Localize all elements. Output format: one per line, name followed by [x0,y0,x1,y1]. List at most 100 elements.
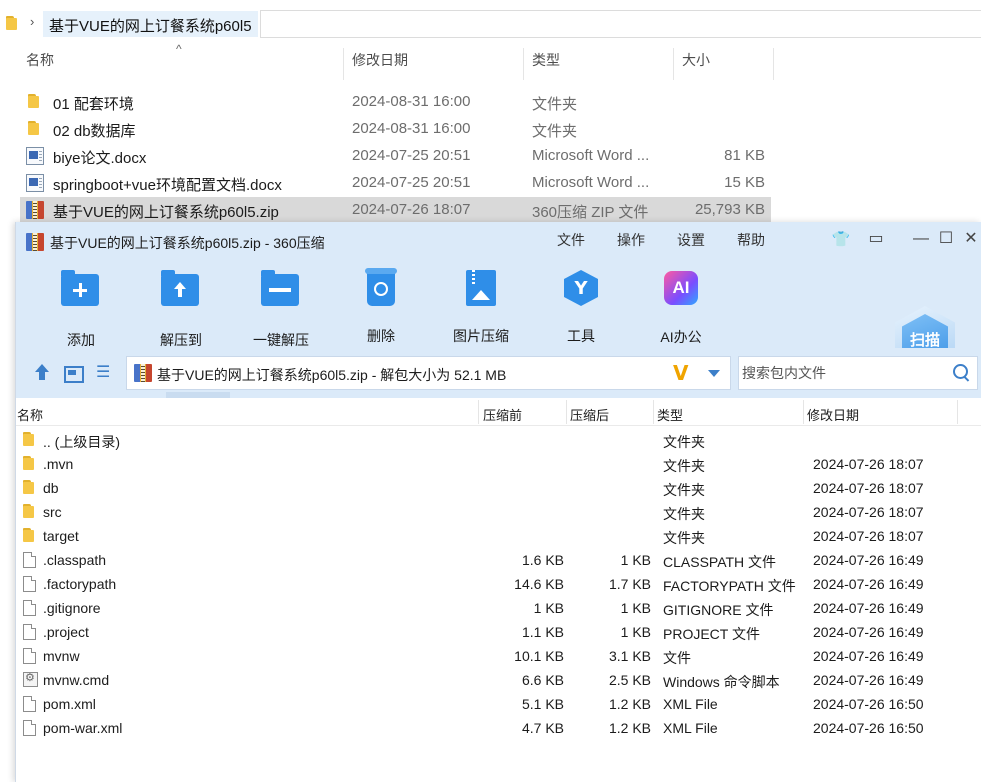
tools-button[interactable]: Y 工具 [541,268,621,344]
menu-operate[interactable]: 操作 [617,230,645,250]
delete-button[interactable]: 删除 [341,268,421,344]
extract-to-button[interactable]: 解压到 [141,268,221,348]
entry-date: 2024-07-26 16:49 [813,552,924,568]
close-button[interactable]: ✕ [960,228,981,250]
search-icon[interactable] [953,364,971,382]
entry-size-after: 1 KB [620,552,651,568]
column-header-type[interactable]: 类型 [657,405,683,424]
file-icon [23,624,36,640]
file-explorer-window: › 基于VUE的网上订餐系统p60l5 ^ 名称 修改日期 类型 大小 01 配… [0,0,981,230]
column-divider[interactable] [957,400,958,424]
tools-icon-glyph: Y [574,278,588,299]
archive-row[interactable]: .gitignore 1 KB 1 KB GITIGNORE 文件 2024-0… [16,596,981,620]
file-row[interactable]: 02 db数据库 2024-08-31 16:00 文件夹 [20,116,771,143]
entry-size-before: 1.6 KB [521,552,564,568]
column-divider[interactable] [478,400,479,424]
archive-path-field[interactable]: 基于VUE的网上订餐系统p60l5.zip - 解包大小为 52.1 MB V [126,356,731,390]
title-bar[interactable]: 基于VUE的网上订餐系统p60l5.zip - 360压缩 文件 操作 设置 帮… [16,222,981,260]
entry-name: .project [43,624,89,640]
list-view-icon[interactable]: ☰ [96,364,116,384]
entry-name: pom.xml [43,696,96,712]
archive-row[interactable]: pom-war.xml 4.7 KB 1.2 KB XML File 2024-… [16,716,981,740]
entry-size-before: 10.1 KB [514,648,564,664]
delete-label: 删除 [367,328,395,344]
up-level-icon[interactable] [32,364,52,384]
entry-size-after: 1.2 KB [608,720,651,736]
menu-settings[interactable]: 设置 [677,230,705,250]
entry-type: 文件夹 [663,434,705,450]
archive-row[interactable]: mvnw 10.1 KB 3.1 KB 文件 2024-07-26 16:49 [16,644,981,668]
file-name: 01 配套环境 [53,96,134,113]
entry-size-before: 14.6 KB [514,576,564,592]
column-divider[interactable] [803,400,804,424]
archive-row[interactable]: pom.xml 5.1 KB 1.2 KB XML File 2024-07-2… [16,692,981,716]
file-icon [23,648,36,664]
column-header-date[interactable]: 修改日期 [352,50,408,80]
folder-icon [23,528,34,542]
column-divider[interactable] [673,48,674,80]
column-divider[interactable] [653,400,654,424]
column-header-name[interactable]: 名称 [17,405,43,424]
column-header-compressed-before[interactable]: 压缩前 [483,405,522,424]
archive-row[interactable]: .project 1.1 KB 1 KB PROJECT 文件 2024-07-… [16,620,981,644]
maximize-button[interactable]: ☐ [935,228,957,250]
image-compress-button[interactable]: 图片压缩 [441,268,521,344]
search-input[interactable] [741,359,941,387]
entry-name: .factorypath [43,576,117,592]
zip-icon [26,233,44,251]
menu-help[interactable]: 帮助 [737,230,765,250]
file-row-selected[interactable]: 基于VUE的网上订餐系统p60l5.zip 2024-07-26 18:07 3… [20,197,771,224]
folder-icon [23,504,34,518]
one-click-extract-label: 一键解压 [253,332,309,348]
address-bar-field[interactable] [260,10,981,38]
search-box[interactable] [738,356,978,390]
column-divider[interactable] [343,48,344,80]
archive-row[interactable]: .classpath 1.6 KB 1 KB CLASSPATH 文件 2024… [16,548,981,572]
column-divider[interactable] [523,48,524,80]
archive-row[interactable]: db 文件夹 2024-07-26 18:07 [16,476,981,500]
menu-file[interactable]: 文件 [557,230,585,250]
breadcrumb-current-folder[interactable]: 基于VUE的网上订餐系统p60l5 [43,11,258,37]
folder-icon [28,121,39,135]
entry-size-after: 1.7 KB [608,576,651,592]
feedback-icon[interactable]: ▭ [865,228,887,250]
column-divider[interactable] [773,48,774,80]
ai-office-button[interactable]: AI AI办公 [641,268,721,345]
chevron-right-icon[interactable]: › [30,14,34,29]
entry-date: 2024-07-26 16:49 [813,672,924,688]
minimize-button[interactable]: — [910,228,932,250]
column-header-type[interactable]: 类型 [532,50,560,80]
entry-type: PROJECT 文件 [663,626,760,642]
one-click-extract-button[interactable]: 一键解压 [241,268,321,348]
view-mode-icon[interactable] [63,364,84,384]
file-type: 文件夹 [532,123,578,140]
archive-row[interactable]: mvnw.cmd 6.6 KB 2.5 KB Windows 命令脚本 2024… [16,668,981,692]
column-header-size[interactable]: 大小 [682,50,710,80]
entry-date: 2024-07-26 16:50 [813,720,924,736]
brand-v-icon[interactable]: V [673,361,688,385]
entry-date: 2024-07-26 18:07 [813,456,924,472]
add-button[interactable]: 添加 [41,268,121,348]
archive-row[interactable]: .mvn 文件夹 2024-07-26 18:07 [16,452,981,476]
column-header-compressed-after[interactable]: 压缩后 [570,405,609,424]
archive-row[interactable]: target 文件夹 2024-07-26 18:07 [16,524,981,548]
file-row[interactable]: springboot+vue环境配置文档.docx 2024-07-25 20:… [20,170,771,197]
entry-name: mvnw [43,648,80,664]
skin-icon[interactable]: 👕 [830,228,852,250]
file-row[interactable]: biye论文.docx 2024-07-25 20:51 Microsoft W… [20,143,771,170]
address-bar[interactable]: › 基于VUE的网上订餐系统p60l5 [0,10,981,38]
entry-type: CLASSPATH 文件 [663,554,777,570]
archive-row[interactable]: .. (上级目录) 文件夹 [16,428,981,452]
archive-row[interactable]: src 文件夹 2024-07-26 18:07 [16,500,981,524]
file-name: biye论文.docx [53,150,147,167]
chevron-down-icon[interactable] [708,370,720,377]
column-header-name[interactable]: 名称 [26,50,54,80]
entry-type: 文件 [663,650,691,666]
file-row[interactable]: 01 配套环境 2024-08-31 16:00 文件夹 [20,89,771,116]
column-divider[interactable] [566,400,567,424]
column-header-modified[interactable]: 修改日期 [807,405,859,424]
tools-label: 工具 [567,328,595,344]
archive-row[interactable]: .factorypath 14.6 KB 1.7 KB FACTORYPATH … [16,572,981,596]
folder-icon [23,456,34,470]
add-icon [61,270,99,306]
